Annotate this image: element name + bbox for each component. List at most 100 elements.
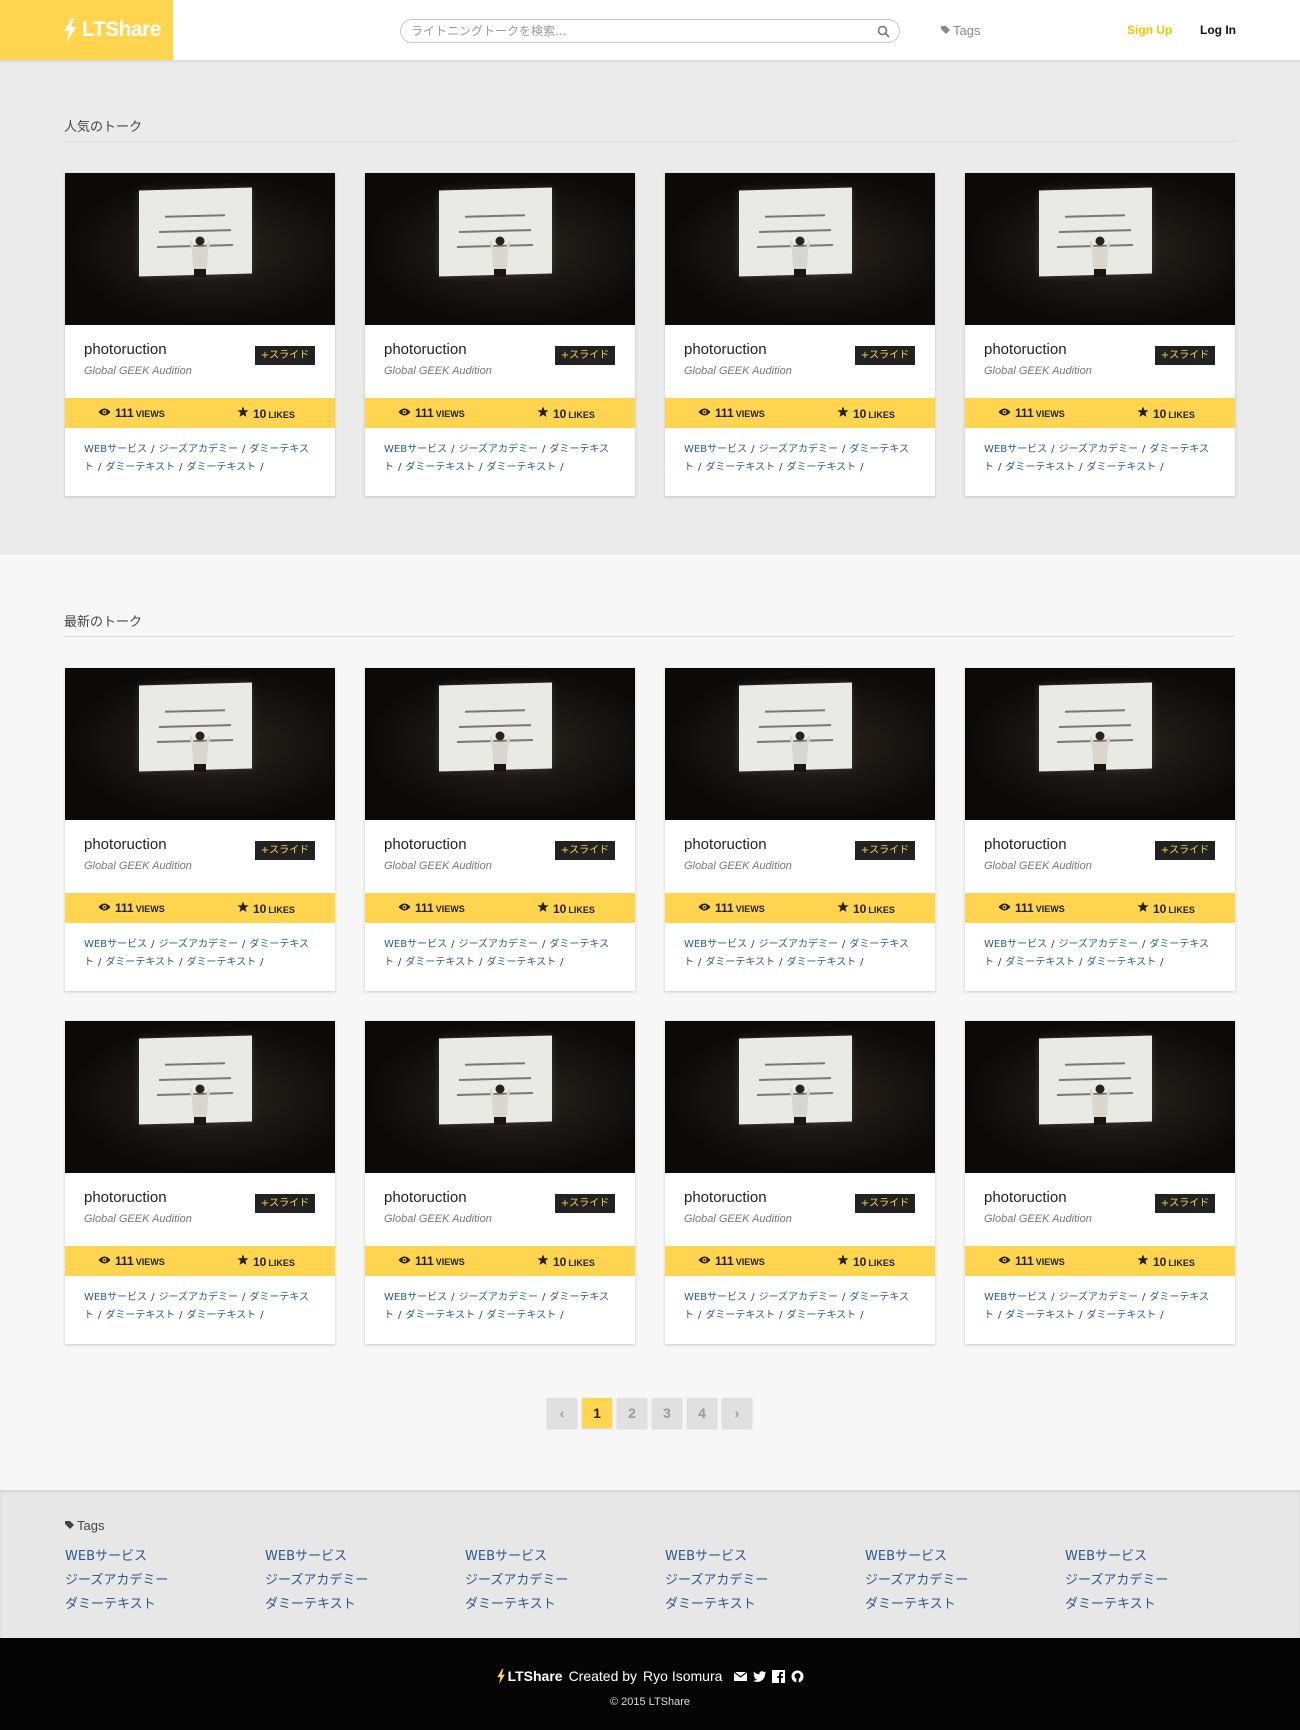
talk-thumbnail[interactable] — [965, 668, 1235, 820]
talk-thumbnail[interactable] — [665, 668, 935, 820]
tag-link[interactable]: ダミーテキスト — [786, 957, 856, 968]
tag-link[interactable]: ダミーテキスト — [486, 1310, 556, 1321]
tag-link[interactable]: WEBサービス — [684, 444, 747, 455]
tag-link[interactable]: ダミーテキスト — [786, 462, 856, 473]
talk-title[interactable]: photoruction — [684, 1189, 767, 1206]
footer-tag-link[interactable]: WEBサービス — [665, 1545, 768, 1569]
talk-card[interactable]: photoruction Global GEEK Audition +スライド … — [965, 1021, 1235, 1344]
tag-link[interactable]: ジーズアカデミー — [458, 1292, 538, 1303]
footer-tag-link[interactable]: ダミーテキスト — [65, 1593, 168, 1617]
tag-link[interactable]: ジーズアカデミー — [758, 939, 838, 950]
slide-badge[interactable]: +スライド — [555, 1194, 615, 1213]
tag-link[interactable]: ダミーテキスト — [186, 462, 256, 473]
tag-link[interactable]: ジーズアカデミー — [158, 939, 238, 950]
talk-thumbnail[interactable] — [665, 1021, 935, 1173]
tag-link[interactable]: ジーズアカデミー — [1058, 444, 1138, 455]
talk-title[interactable]: photoruction — [984, 341, 1067, 358]
footer-tag-link[interactable]: ダミーテキスト — [465, 1593, 568, 1617]
talk-card[interactable]: photoruction Global GEEK Audition +スライド … — [665, 668, 935, 991]
talk-card[interactable]: photoruction Global GEEK Audition +スライド … — [665, 173, 935, 496]
talk-card[interactable]: photoruction Global GEEK Audition +スライド … — [365, 668, 635, 991]
tag-link[interactable]: ダミーテキスト — [105, 1310, 175, 1321]
github-icon[interactable] — [791, 1670, 804, 1683]
talk-title[interactable]: photoruction — [984, 1189, 1067, 1206]
footer-tag-link[interactable]: WEBサービス — [465, 1545, 568, 1569]
search-input[interactable] — [401, 20, 861, 42]
page-2-button[interactable]: 2 — [617, 1398, 647, 1428]
page-4-button[interactable]: 4 — [687, 1398, 717, 1428]
talk-title[interactable]: photoruction — [84, 1189, 167, 1206]
footer-tag-link[interactable]: ダミーテキスト — [265, 1593, 368, 1617]
talk-thumbnail[interactable] — [965, 173, 1235, 325]
footer-tag-link[interactable]: ダミーテキスト — [665, 1593, 768, 1617]
slide-badge[interactable]: +スライド — [555, 841, 615, 860]
tag-link[interactable]: ダミーテキスト — [1086, 1310, 1156, 1321]
talk-card[interactable]: photoruction Global GEEK Audition +スライド … — [965, 668, 1235, 991]
footer-tag-link[interactable]: ジーズアカデミー — [1065, 1569, 1168, 1593]
talk-card[interactable]: photoruction Global GEEK Audition +スライド … — [365, 1021, 635, 1344]
talk-title[interactable]: photoruction — [984, 836, 1067, 853]
tag-link[interactable]: ジーズアカデミー — [758, 1292, 838, 1303]
facebook-icon[interactable] — [772, 1669, 786, 1683]
talk-thumbnail[interactable] — [65, 1021, 335, 1173]
tag-link[interactable]: WEBサービス — [84, 1292, 147, 1303]
slide-badge[interactable]: +スライド — [855, 346, 915, 365]
footer-tag-link[interactable]: WEBサービス — [865, 1545, 968, 1569]
page-next-button[interactable]: › — [722, 1398, 752, 1428]
tags-link[interactable]: Tags — [940, 23, 980, 38]
talk-card[interactable]: photoruction Global GEEK Audition +スライド … — [65, 668, 335, 991]
talk-card[interactable]: photoruction Global GEEK Audition +スライド … — [365, 173, 635, 496]
search-icon[interactable] — [877, 25, 890, 38]
talk-card[interactable]: photoruction Global GEEK Audition +スライド … — [665, 1021, 935, 1344]
tag-link[interactable]: ダミーテキスト — [1086, 462, 1156, 473]
slide-badge[interactable]: +スライド — [255, 346, 315, 365]
signup-link[interactable]: Sign Up — [1127, 23, 1172, 37]
tag-link[interactable]: ジーズアカデミー — [158, 444, 238, 455]
footer-tag-link[interactable]: ジーズアカデミー — [265, 1569, 368, 1593]
tag-link[interactable]: ダミーテキスト — [186, 957, 256, 968]
tag-link[interactable]: ダミーテキスト — [1005, 957, 1075, 968]
tag-link[interactable]: ジーズアカデミー — [1058, 939, 1138, 950]
slide-badge[interactable]: +スライド — [1155, 346, 1215, 365]
tag-link[interactable]: WEBサービス — [684, 1292, 747, 1303]
tag-link[interactable]: WEBサービス — [984, 939, 1047, 950]
tag-link[interactable]: WEBサービス — [384, 939, 447, 950]
tag-link[interactable]: ダミーテキスト — [405, 462, 475, 473]
logo[interactable]: LTShare — [0, 0, 173, 60]
tag-link[interactable]: ジーズアカデミー — [458, 939, 538, 950]
footer-tag-link[interactable]: WEBサービス — [265, 1545, 368, 1569]
talk-card[interactable]: photoruction Global GEEK Audition +スライド … — [965, 173, 1235, 496]
tag-link[interactable]: WEBサービス — [84, 444, 147, 455]
tag-link[interactable]: WEBサービス — [984, 1292, 1047, 1303]
page-1-button[interactable]: 1 — [582, 1398, 612, 1428]
talk-title[interactable]: photoruction — [84, 341, 167, 358]
talk-thumbnail[interactable] — [65, 668, 335, 820]
tag-link[interactable]: ダミーテキスト — [486, 957, 556, 968]
login-link[interactable]: Log In — [1200, 23, 1236, 37]
tag-link[interactable]: ダミーテキスト — [1005, 462, 1075, 473]
footer-tag-link[interactable]: ジーズアカデミー — [665, 1569, 768, 1593]
tag-link[interactable]: ダミーテキスト — [105, 957, 175, 968]
talk-title[interactable]: photoruction — [684, 341, 767, 358]
talk-thumbnail[interactable] — [365, 173, 635, 325]
tag-link[interactable]: ジーズアカデミー — [158, 1292, 238, 1303]
page-3-button[interactable]: 3 — [652, 1398, 682, 1428]
talk-title[interactable]: photoruction — [684, 836, 767, 853]
footer-brand[interactable]: LTShare — [496, 1668, 563, 1684]
talk-title[interactable]: photoruction — [84, 836, 167, 853]
tag-link[interactable]: WEBサービス — [384, 1292, 447, 1303]
tag-link[interactable]: WEBサービス — [684, 939, 747, 950]
footer-tag-link[interactable]: ジーズアカデミー — [865, 1569, 968, 1593]
tag-link[interactable]: ダミーテキスト — [486, 462, 556, 473]
tag-link[interactable]: ダミーテキスト — [405, 1310, 475, 1321]
footer-author[interactable]: Ryo Isomura — [643, 1668, 722, 1684]
mail-icon[interactable] — [734, 1670, 748, 1683]
tag-link[interactable]: ダミーテキスト — [186, 1310, 256, 1321]
slide-badge[interactable]: +スライド — [555, 346, 615, 365]
slide-badge[interactable]: +スライド — [255, 841, 315, 860]
tag-link[interactable]: ダミーテキスト — [786, 1310, 856, 1321]
tag-link[interactable]: ジーズアカデミー — [458, 444, 538, 455]
slide-badge[interactable]: +スライド — [855, 841, 915, 860]
twitter-icon[interactable] — [753, 1670, 767, 1683]
footer-tag-link[interactable]: WEBサービス — [65, 1545, 168, 1569]
